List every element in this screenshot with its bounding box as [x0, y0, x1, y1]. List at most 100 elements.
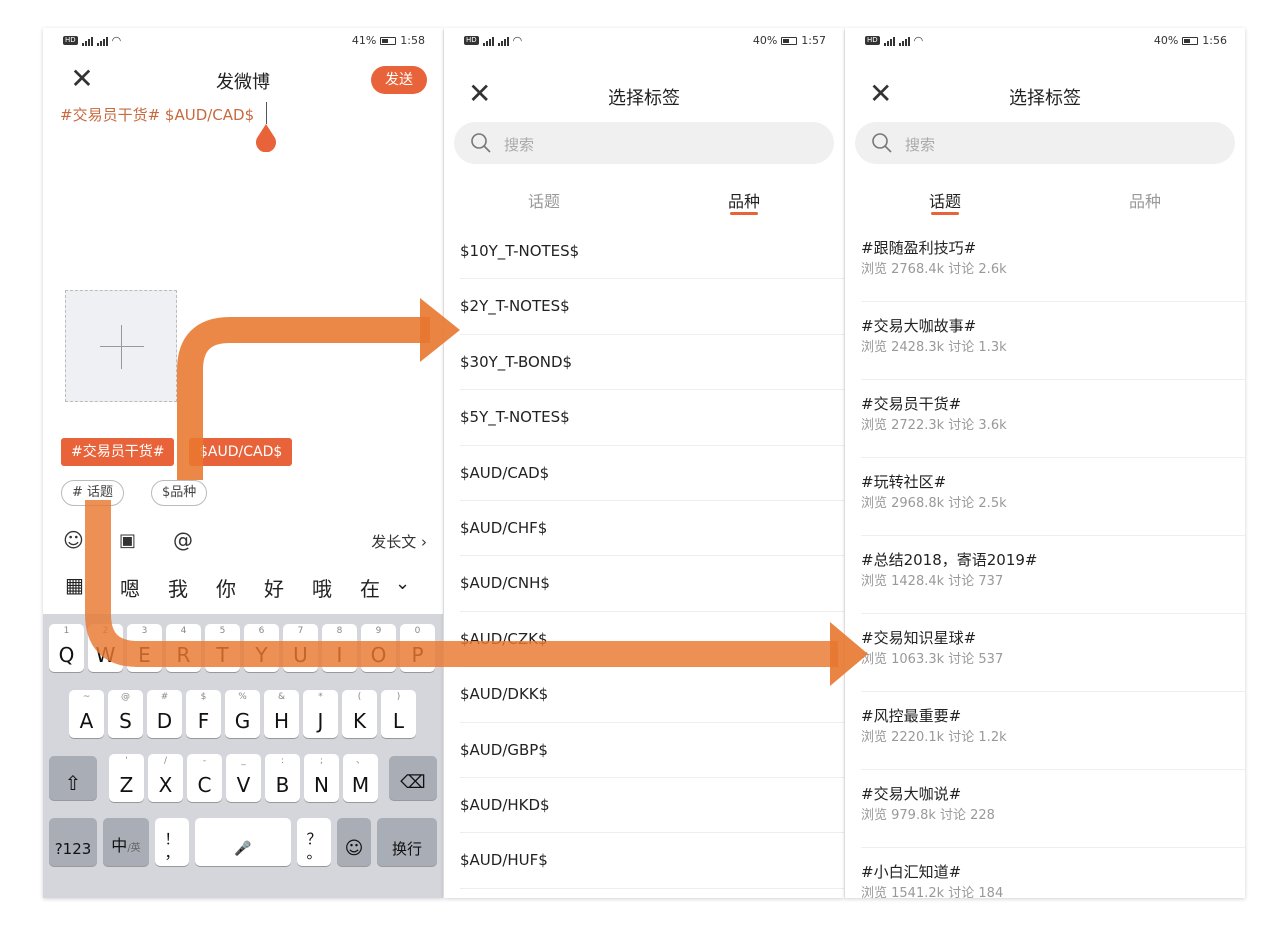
list-item[interactable]: #总结2018，寄语2019# 浏览 1428.4k 讨论 737: [861, 536, 1245, 614]
candidate[interactable]: 哦: [312, 573, 332, 602]
search-placeholder: 搜索: [504, 136, 535, 154]
key-z[interactable]: ' Z: [109, 754, 144, 802]
image-icon[interactable]: ▣: [119, 530, 136, 551]
add-image-button[interactable]: [65, 290, 177, 402]
list-item[interactable]: $AUD/CZK$: [460, 612, 844, 668]
list-item[interactable]: #玩转社区# 浏览 2968.8k 讨论 2.5k: [861, 458, 1245, 536]
key-b[interactable]: :B: [265, 754, 300, 802]
list-item[interactable]: $AUD/DKK$: [460, 667, 844, 723]
list-item[interactable]: #小白汇知道# 浏览 1541.2k 讨论 184: [861, 848, 1245, 898]
key-g[interactable]: % G: [225, 690, 260, 738]
key-h[interactable]: & H: [264, 690, 299, 738]
language-key[interactable]: 中/英: [103, 818, 149, 866]
long-text-button[interactable]: 发长文 ›: [371, 531, 427, 552]
list-item[interactable]: #跟随盈利技巧# 浏览 2768.4k 讨论 2.6k: [861, 224, 1245, 302]
cursor-handle-icon[interactable]: [255, 124, 277, 152]
list-item[interactable]: $10Y_T-NOTES$: [460, 224, 844, 280]
key-m[interactable]: 、 M: [343, 754, 378, 802]
key-secondary: 4: [180, 626, 187, 636]
punctuation-key[interactable]: ！ ，: [155, 818, 189, 866]
key-l[interactable]: ) L: [381, 690, 416, 738]
key-c[interactable]: -C: [187, 754, 222, 802]
key-q[interactable]: 1Q: [49, 624, 84, 672]
key-w[interactable]: 2W: [88, 624, 123, 672]
battery-percent: 41%: [351, 34, 377, 47]
key-n[interactable]: ; N: [304, 754, 339, 802]
key-letter: F: [197, 709, 210, 733]
key-p[interactable]: 0P: [400, 624, 435, 672]
search-input[interactable]: 搜索: [454, 122, 834, 164]
list-item[interactable]: $30Y_T-BOND$: [460, 335, 844, 391]
instrument-pill-label: $品种: [162, 485, 197, 500]
key-e[interactable]: 3E: [127, 624, 162, 672]
tab-topics[interactable]: 话题: [905, 188, 985, 215]
key-a[interactable]: ~ A: [69, 690, 104, 738]
list-item[interactable]: #交易大咖说# 浏览 979.8k 讨论 228: [861, 770, 1245, 848]
key-o[interactable]: 9O: [361, 624, 396, 672]
key-f[interactable]: $ F: [186, 690, 221, 738]
key-j[interactable]: * J: [303, 690, 338, 738]
list-item[interactable]: $AUD/CNH$: [460, 556, 844, 612]
search-input[interactable]: 搜索: [855, 122, 1235, 164]
list-item[interactable]: #交易大咖故事# 浏览 2428.3k 讨论 1.3k: [861, 302, 1245, 380]
selected-topic-chip[interactable]: #交易员干货#: [61, 438, 175, 466]
list-item[interactable]: $AUD/HUF$: [460, 833, 844, 889]
key-y[interactable]: 6Y: [244, 624, 279, 672]
keyboard: 1Q2W3E4R5T6Y7U8I9O0P ~ A @ S # D $ F% G & H * J(K) L …: [43, 614, 443, 898]
key-secondary: 2: [102, 626, 109, 636]
candidate[interactable]: 在: [360, 573, 380, 602]
punctuation-key[interactable]: ？ 。: [297, 818, 331, 866]
candidate[interactable]: 你: [216, 573, 236, 602]
emoji-key[interactable]: ☺: [337, 818, 371, 866]
key-secondary: &: [277, 692, 286, 702]
list-item[interactable]: $AUD/CHF$: [460, 501, 844, 557]
enter-key[interactable]: 换行: [377, 818, 437, 866]
key-x[interactable]: / X: [148, 754, 183, 802]
emoji-icon[interactable]: ☺: [63, 528, 84, 552]
battery-percent: 40%: [752, 34, 778, 47]
list-item[interactable]: $AUD/GBP$: [460, 723, 844, 778]
key-letter: K: [352, 709, 367, 733]
candidate[interactable]: 嗯: [120, 573, 140, 602]
tab-topics[interactable]: 话题: [504, 188, 584, 212]
grid-icon[interactable]: ▦: [65, 573, 84, 597]
space-key[interactable]: 🎤: [195, 818, 291, 866]
key-i[interactable]: 8I: [322, 624, 357, 672]
key-letter: I: [336, 643, 343, 667]
key-r[interactable]: 4R: [166, 624, 201, 672]
tab-instruments[interactable]: 品种: [1105, 188, 1185, 212]
numbers-key[interactable]: ?123: [49, 818, 97, 866]
selected-instrument-chip[interactable]: $AUD/CAD$: [189, 438, 293, 466]
key-u[interactable]: 7U: [283, 624, 318, 672]
send-button[interactable]: 发送: [371, 66, 427, 94]
list-item[interactable]: $AUD/CAD$: [460, 446, 844, 501]
tab-instruments[interactable]: 品种: [704, 188, 784, 215]
topic-pill-button[interactable]: # 话题: [61, 480, 125, 506]
key-letter: E: [138, 643, 151, 667]
key-v[interactable]: _ V: [226, 754, 261, 802]
status-bar: HD ◠ 41% 1:58: [63, 34, 425, 50]
list-item[interactable]: #交易员干货# 浏览 2722.3k 讨论 3.6k: [861, 380, 1245, 458]
list-item[interactable]: $AUD/HKD$: [460, 778, 844, 834]
candidate[interactable]: 我: [168, 573, 188, 602]
key-secondary: @: [121, 692, 130, 702]
mention-icon[interactable]: @: [173, 528, 193, 552]
key-secondary: 0: [414, 626, 421, 636]
list-item[interactable]: #交易知识星球# 浏览 1063.3k 讨论 537: [861, 614, 1245, 692]
candidate[interactable]: 好: [264, 573, 284, 602]
shift-key[interactable]: ⇧: [49, 756, 97, 800]
list-item[interactable]: #风控最重要# 浏览 2220.1k 讨论 1.2k: [861, 692, 1245, 770]
compose-text[interactable]: #交易员干货# $AUD/CAD$: [60, 104, 254, 125]
key-t[interactable]: 5T: [205, 624, 240, 672]
collapse-keyboard-icon[interactable]: ⌄: [395, 573, 410, 594]
instrument-pill-button[interactable]: $品种: [151, 480, 208, 506]
topic-name: #交易大咖说#: [861, 785, 962, 803]
key-k[interactable]: (K: [342, 690, 377, 738]
list-item[interactable]: $5Y_T-NOTES$: [460, 390, 844, 446]
list-item[interactable]: $2Y_T-NOTES$: [460, 279, 844, 335]
key-d[interactable]: # D: [147, 690, 182, 738]
search-icon: [872, 133, 892, 153]
backspace-key[interactable]: ⌫: [389, 756, 437, 800]
key-s[interactable]: @ S: [108, 690, 143, 738]
battery-percent: 40%: [1153, 34, 1179, 47]
